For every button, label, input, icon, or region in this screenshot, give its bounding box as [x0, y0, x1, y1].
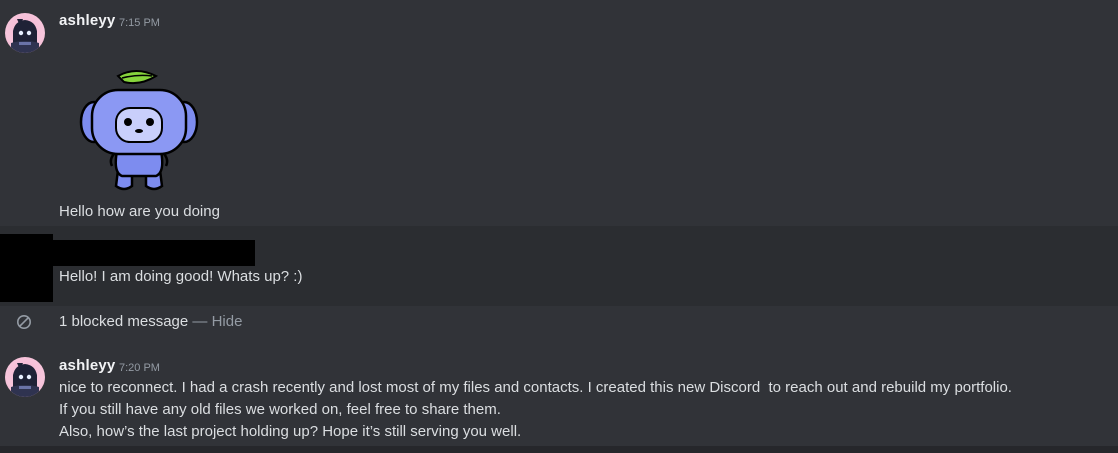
user-avatar[interactable]: [5, 13, 45, 53]
message-text: Hello! I am doing good! Whats up? :): [59, 268, 303, 285]
blocked-message-row: 1 blocked message — Hide: [59, 313, 242, 330]
blocked-message-label: 1 blocked message: [59, 313, 189, 330]
message-timestamp: 7:20 PM: [119, 362, 160, 374]
message-username[interactable]: ashleyy: [59, 12, 115, 29]
message-line: Also, how’s the last project holding up?…: [59, 423, 522, 440]
message-text: Hello how are you doing: [59, 203, 220, 220]
bottom-edge: [0, 446, 1118, 453]
blocked-icon: [16, 314, 32, 330]
hide-blocked-link[interactable]: Hide: [212, 313, 243, 330]
message-line: If you still have any old files we worke…: [59, 401, 501, 418]
blocked-separator: —: [192, 313, 208, 330]
message-timestamp: 7:15 PM: [119, 17, 160, 29]
message-line: nice to reconnect. I had a crash recentl…: [59, 379, 1012, 396]
avatar-art: [11, 19, 39, 53]
redacted-avatar: [0, 234, 53, 302]
user-avatar[interactable]: [5, 357, 45, 397]
wumpus-sticker[interactable]: [78, 62, 200, 194]
redacted-username: [53, 240, 255, 266]
message-username[interactable]: ashleyy: [59, 357, 115, 374]
avatar-art: [11, 363, 39, 397]
wumpus-icon: [79, 70, 199, 191]
